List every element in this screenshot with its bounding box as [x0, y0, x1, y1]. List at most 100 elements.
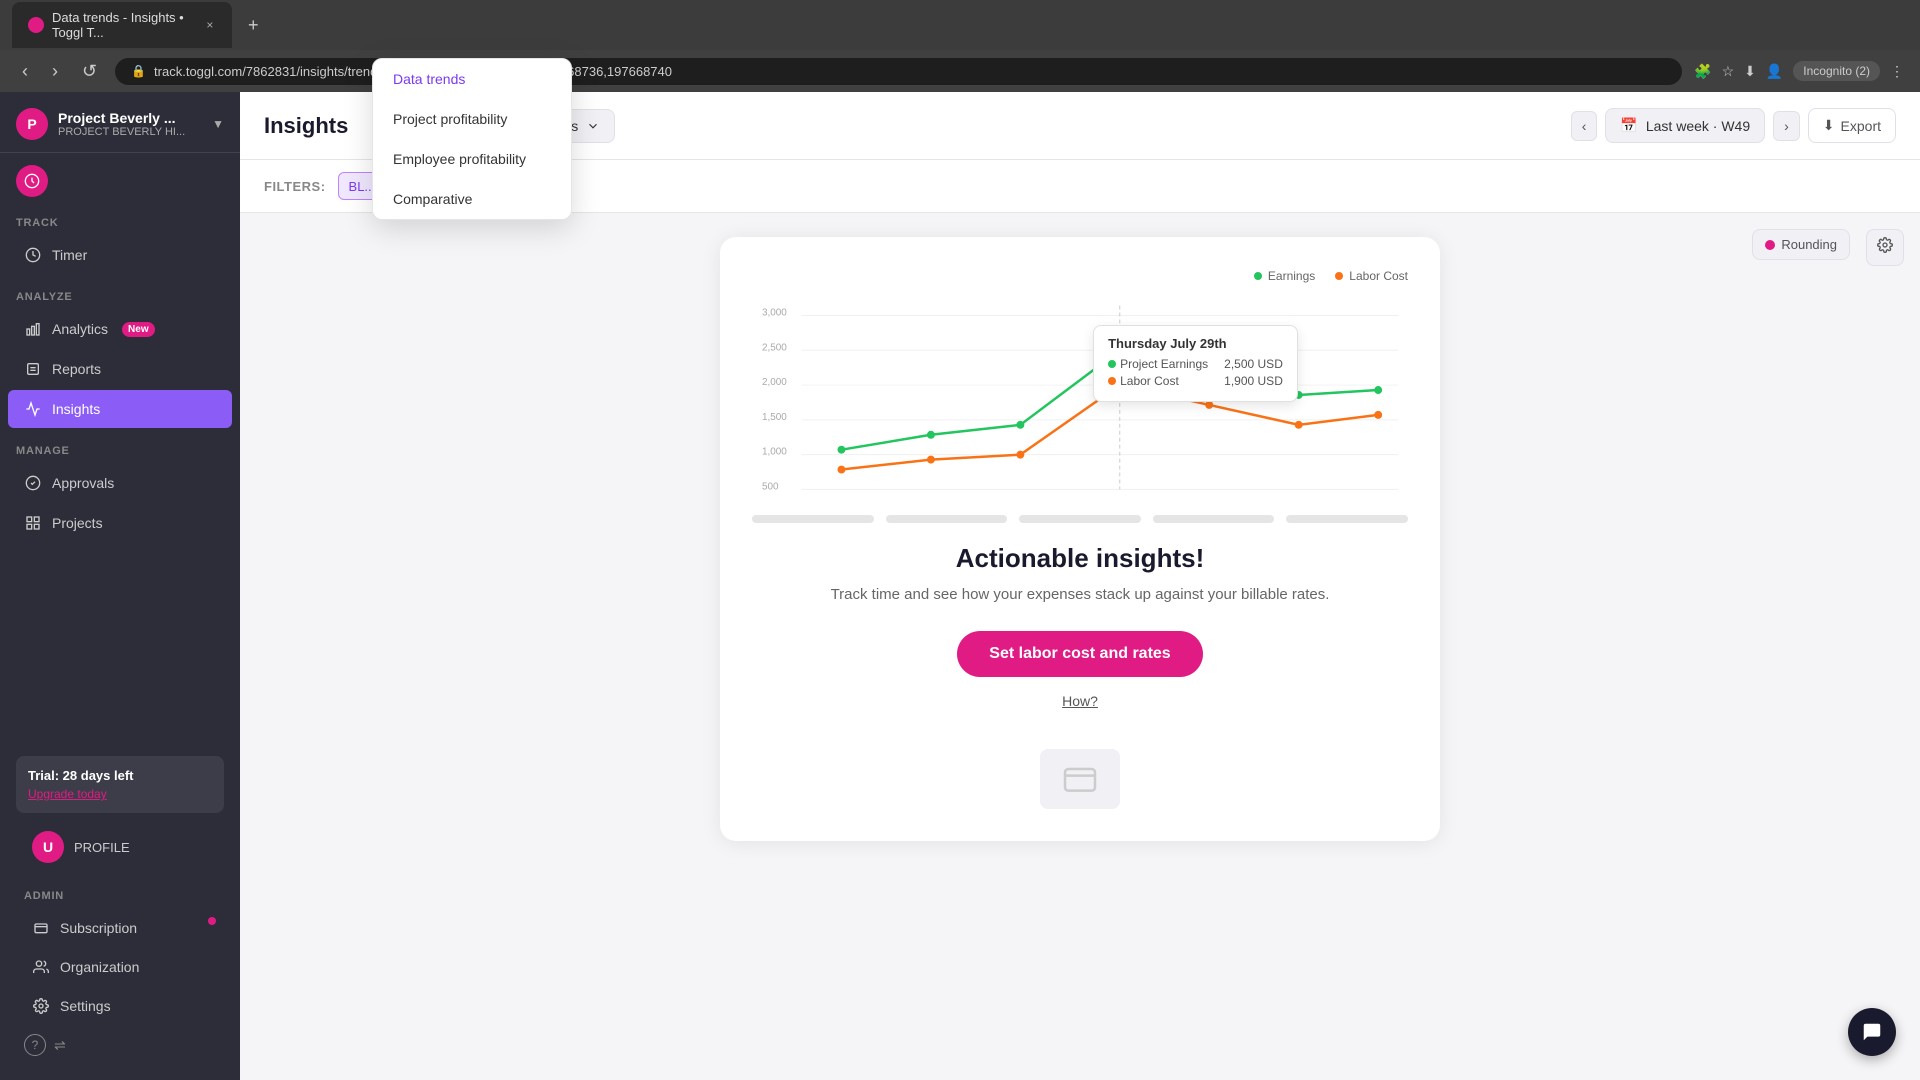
chart-svg: 3,000 2,500 2,000 1,500 1,000 500: [752, 295, 1408, 495]
browser-controls: ‹ › ↺ 🔒 track.toggl.com/7862831/insights…: [0, 50, 1920, 92]
week-label: Last week · W49: [1646, 118, 1750, 134]
workspace-name: Project Beverly ...: [58, 110, 185, 126]
subscription-icon: [32, 919, 50, 937]
star-icon[interactable]: ☆: [1722, 63, 1735, 80]
back-button[interactable]: ‹: [16, 57, 34, 86]
analyze-section-label: ANALYZE: [0, 275, 240, 309]
earnings-dot: [1254, 272, 1262, 280]
admin-section-label: ADMIN: [8, 874, 232, 908]
forward-button[interactable]: ›: [46, 57, 64, 86]
notification-dot: [208, 917, 216, 925]
trial-box: Trial: 28 days left Upgrade today: [16, 756, 224, 813]
next-week-button[interactable]: ›: [1773, 111, 1800, 141]
set-labor-button[interactable]: Set labor cost and rates: [957, 631, 1202, 677]
sidebar-item-approvals[interactable]: Approvals: [8, 464, 232, 502]
tooltip-earnings-dot: [1108, 360, 1116, 368]
blurred-bar-1: [752, 515, 874, 523]
blurred-bar-2: [886, 515, 1008, 523]
sidebar: P Project Beverly ... PROJECT BEVERLY HI…: [0, 92, 240, 1080]
tooltip-labor-dot: [1108, 377, 1116, 385]
new-tab-button[interactable]: +: [240, 11, 267, 40]
dropdown-item-data-trends[interactable]: Data trends: [373, 59, 571, 99]
projects-icon: [24, 514, 42, 532]
approvals-label: Approvals: [52, 475, 114, 491]
workspace-sub: PROJECT BEVERLY HI...: [58, 126, 185, 138]
legend-labor-label: Labor Cost: [1349, 269, 1408, 283]
analytics-icon: [24, 320, 42, 338]
profile-icon[interactable]: 👤: [1766, 63, 1783, 80]
tooltip-labor-label: Labor Cost: [1120, 374, 1179, 388]
rounding-indicator: [1765, 240, 1775, 250]
dropdown-item-comparative[interactable]: Comparative: [373, 179, 571, 219]
export-label: Export: [1841, 118, 1881, 134]
svg-text:1,000: 1,000: [762, 447, 787, 458]
toggl-logo: [16, 165, 48, 197]
how-link[interactable]: How?: [752, 693, 1408, 709]
prev-week-button[interactable]: ‹: [1571, 111, 1598, 141]
legend-labor: Labor Cost: [1335, 269, 1408, 283]
employee-profitability-label: Employee profitability: [393, 151, 526, 167]
dropdown-item-employee-profitability[interactable]: Employee profitability: [373, 139, 571, 179]
content-area: Earnings Labor Cost 3,000 2,500 2,000 1,…: [240, 213, 1920, 1080]
projects-label: Projects: [52, 515, 103, 531]
main-content: Insights Data trends Projects ‹ 📅 Last w…: [240, 92, 1920, 1080]
overlay-content: Actionable insights! Track time and see …: [752, 523, 1408, 729]
chart-card: Earnings Labor Cost 3,000 2,500 2,000 1,…: [720, 237, 1440, 841]
sidebar-item-subscription[interactable]: Subscription: [16, 909, 224, 947]
chart-area: 3,000 2,500 2,000 1,500 1,000 500: [752, 295, 1408, 495]
workspace-header[interactable]: P Project Beverly ... PROJECT BEVERLY HI…: [0, 92, 240, 153]
reports-label: Reports: [52, 361, 101, 377]
dropdown-item-project-profitability[interactable]: Project profitability: [373, 99, 571, 139]
sidebar-item-insights[interactable]: Insights: [8, 390, 232, 428]
sidebar-item-profile[interactable]: U PROFILE: [16, 821, 224, 873]
reports-icon: [24, 360, 42, 378]
overlay-title: Actionable insights!: [752, 543, 1408, 574]
illustration-icon: [1060, 759, 1100, 799]
blurred-bar-3: [1019, 515, 1141, 523]
browser-tab[interactable]: Data trends - Insights • Toggl T... ×: [12, 2, 232, 48]
organization-icon: [32, 958, 50, 976]
refresh-button[interactable]: ↺: [76, 57, 103, 86]
labor-dot: [1335, 272, 1343, 280]
tooltip-earnings-value: 2,500 USD: [1224, 357, 1283, 371]
legend-earnings: Earnings: [1254, 269, 1315, 283]
svg-text:500: 500: [762, 481, 779, 492]
insights-label: Insights: [52, 401, 100, 417]
close-tab-button[interactable]: ×: [204, 17, 216, 33]
sidebar-item-projects[interactable]: Projects: [8, 504, 232, 542]
incognito-badge: Incognito (2): [1793, 61, 1880, 81]
project-profitability-label: Project profitability: [393, 111, 507, 127]
menu-icon[interactable]: ⋮: [1890, 63, 1904, 80]
export-button[interactable]: ⬇ Export: [1808, 108, 1896, 143]
comparative-label: Comparative: [393, 191, 472, 207]
sidebar-item-timer[interactable]: Timer: [8, 236, 232, 274]
tab-title: Data trends - Insights • Toggl T...: [52, 10, 196, 40]
svg-text:3,000: 3,000: [762, 307, 787, 318]
help-icon[interactable]: ?: [24, 1034, 46, 1056]
sidebar-item-analytics[interactable]: Analytics New: [8, 310, 232, 348]
chat-button[interactable]: [1848, 1008, 1896, 1056]
settings-icon: [32, 997, 50, 1015]
timer-label: Timer: [52, 247, 87, 263]
address-bar[interactable]: 🔒 track.toggl.com/7862831/insights/trend…: [115, 58, 1682, 85]
tooltip-earnings-label: Project Earnings: [1120, 357, 1208, 371]
analytics-label: Analytics: [52, 321, 108, 337]
rounding-button[interactable]: Rounding: [1752, 229, 1850, 260]
overlay-description: Track time and see how your expenses sta…: [752, 586, 1408, 603]
sidebar-item-reports[interactable]: Reports: [8, 350, 232, 388]
favicon-icon: [28, 17, 44, 33]
subscription-label: Subscription: [60, 920, 137, 936]
timer-icon: [24, 246, 42, 264]
chart-settings-button[interactable]: [1866, 229, 1904, 266]
export-icon: ⬇: [1823, 117, 1835, 134]
tooltip-row-earnings: Project Earnings 2,500 USD: [1108, 357, 1283, 371]
sidebar-item-settings[interactable]: Settings: [16, 987, 224, 1025]
upgrade-link[interactable]: Upgrade today: [28, 787, 212, 801]
sidebar-item-organization[interactable]: Organization: [16, 948, 224, 986]
calendar-icon: 📅: [1620, 117, 1637, 134]
collapse-icon[interactable]: ⇌: [54, 1037, 66, 1054]
download-icon[interactable]: ⬇: [1744, 63, 1756, 80]
chart-legend: Earnings Labor Cost: [752, 269, 1408, 283]
data-trends-label: Data trends: [393, 71, 465, 87]
illustration-area: [752, 749, 1408, 809]
